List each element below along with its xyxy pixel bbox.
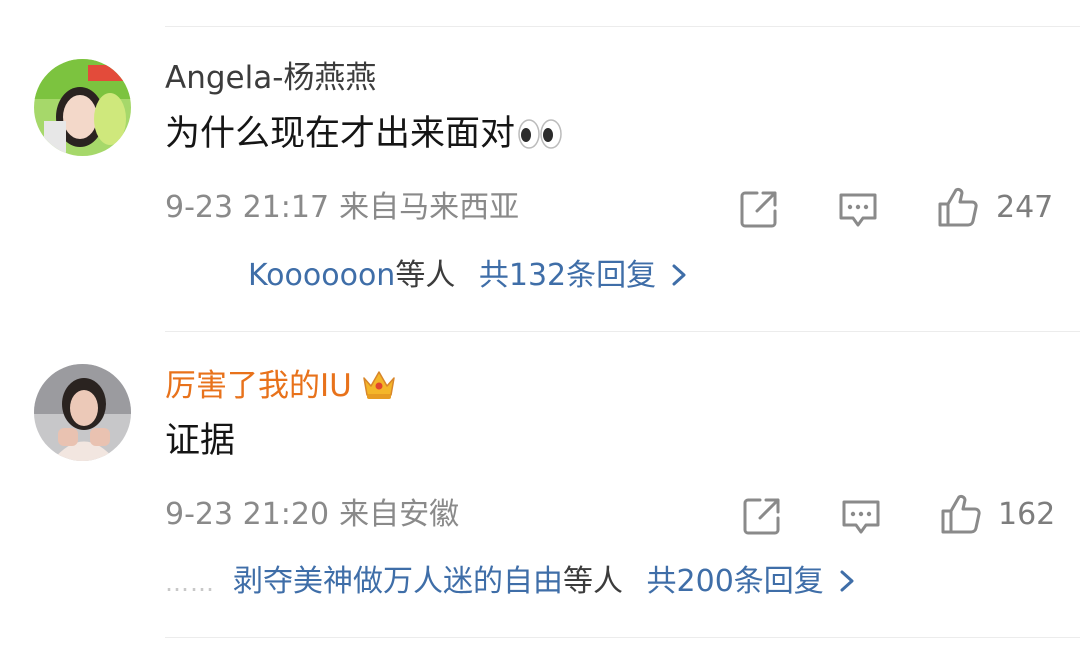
username[interactable]: 厉害了我的IU [165, 364, 398, 406]
eyes-emoji [518, 119, 562, 149]
share-icon [743, 498, 780, 535]
avatar-image [34, 59, 131, 156]
reply-suffix: 等人 [563, 564, 623, 599]
like-count: 247 [996, 190, 1054, 225]
comment-item: 厉害了我的IU 证据 9-23 21:20 来自安徽 162 …… 剥夺美神做万人迷… [0, 306, 1080, 606]
chevron-right-icon [840, 570, 854, 592]
crown-icon [363, 371, 395, 399]
comment-text: 证据 [165, 421, 236, 461]
timestamp: 9-23 21:20 [165, 497, 330, 532]
reply-summary[interactable]: Koooooon等人 共132条回复 [248, 256, 688, 296]
divider [165, 637, 1080, 638]
reply-names[interactable]: Koooooon [248, 258, 395, 293]
comment-icon [842, 500, 880, 534]
reply-summary[interactable]: …… 剥夺美神做万人迷的自由等人 共200条回复 [165, 562, 856, 603]
comment-meta: 9-23 21:17 来自马来西亚 [165, 188, 519, 228]
comment-meta: 9-23 21:20 来自安徽 [165, 495, 459, 535]
like-count: 162 [998, 497, 1056, 532]
reply-count[interactable]: 共200条回复 [647, 564, 824, 599]
comment-icon [839, 193, 877, 227]
comment-button[interactable] [836, 187, 880, 231]
comment-item: Angela-杨燕燕 为什么现在才出来面对 9-23 21:17 来自马来西亚 2… [0, 0, 1080, 300]
share-button[interactable] [737, 187, 781, 231]
comment-text: 为什么现在才出来面对 [165, 111, 563, 157]
share-button[interactable] [740, 494, 784, 538]
like-button[interactable] [936, 185, 980, 229]
avatar-image [34, 364, 131, 461]
location: 来自马来西亚 [339, 190, 520, 225]
timestamp: 9-23 21:17 [165, 190, 330, 225]
reply-count[interactable]: 共132条回复 [479, 258, 656, 293]
avatar[interactable] [34, 364, 131, 461]
like-button[interactable] [939, 492, 983, 536]
like-icon [938, 187, 978, 227]
location: 来自安徽 [339, 497, 460, 532]
comment-text-content: 为什么现在才出来面对 [165, 114, 516, 154]
like-icon [941, 494, 981, 534]
reply-ellipsis: …… [165, 569, 215, 597]
username-text: 厉害了我的IU [165, 368, 352, 404]
avatar[interactable] [34, 59, 131, 156]
comment-button[interactable] [839, 494, 883, 538]
username[interactable]: Angela-杨燕燕 [165, 58, 376, 98]
reply-suffix: 等人 [395, 258, 456, 293]
share-icon [740, 191, 777, 228]
reply-names[interactable]: 剥夺美神做万人迷的自由 [233, 564, 563, 599]
chevron-right-icon [672, 264, 686, 286]
